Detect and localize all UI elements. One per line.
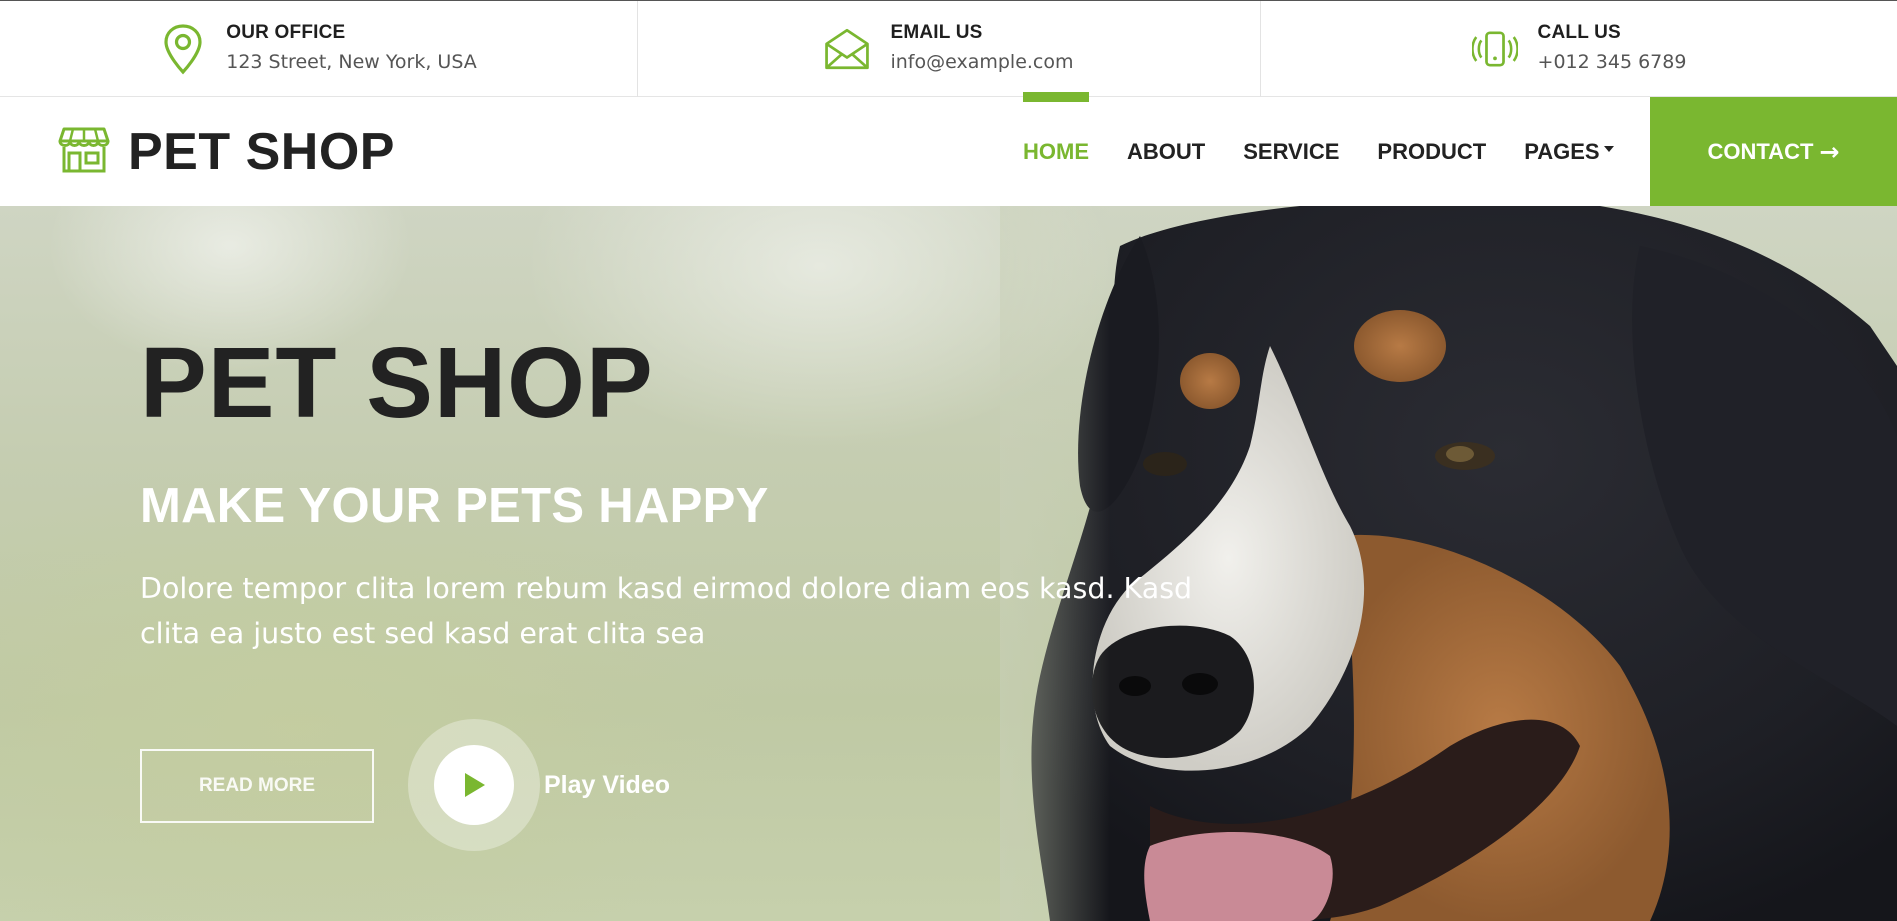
read-more-button[interactable]: READ MORE	[140, 749, 374, 823]
brand-logo[interactable]: PET SHOP	[58, 124, 395, 180]
office-title: OUR OFFICE	[226, 22, 346, 43]
nav-item-label: HOME	[1023, 138, 1089, 164]
nav-menu: HOME ABOUT SERVICE PRODUCT PAGES	[1004, 92, 1633, 206]
play-video-button[interactable]	[408, 719, 540, 851]
hero-title: PET SHOP	[140, 327, 654, 439]
top-info-bar: OUR OFFICE 123 Street, New York, USA EMA…	[0, 0, 1897, 97]
call-title: CALL US	[1537, 22, 1621, 43]
phone-vibrate-icon	[1471, 22, 1518, 76]
email-address[interactable]: info@example.com	[890, 46, 1073, 78]
call-info: CALL US +012 345 6789	[1261, 1, 1897, 97]
nav-item-pages-dropdown[interactable]: PAGES	[1505, 97, 1632, 206]
main-navbar: PET SHOP HOME ABOUT SERVICE PRODUCT PAGE…	[0, 92, 1897, 206]
nav-item-label: PAGES	[1524, 138, 1600, 164]
hero-section: PET SHOP MAKE YOUR PETS HAPPY Dolore tem…	[0, 206, 1897, 921]
hero-subtitle: MAKE YOUR PETS HAPPY	[140, 479, 769, 533]
brand-name: PET SHOP	[128, 123, 395, 181]
nav-item-label: PRODUCT	[1377, 138, 1487, 164]
office-info: OUR OFFICE 123 Street, New York, USA	[0, 1, 638, 97]
nav-item-label: SERVICE	[1243, 138, 1340, 164]
nav-item-product[interactable]: PRODUCT	[1358, 97, 1505, 206]
contact-button[interactable]: CONTACT →	[1650, 97, 1897, 206]
email-info: EMAIL US info@example.com	[638, 1, 1261, 97]
email-title: EMAIL US	[890, 22, 983, 43]
phone-number[interactable]: +012 345 6789	[1538, 46, 1687, 78]
envelope-open-icon	[824, 22, 870, 76]
nav-item-home[interactable]: HOME	[1004, 92, 1108, 206]
contact-button-label: CONTACT	[1707, 138, 1814, 164]
shop-icon	[58, 125, 110, 180]
play-video-label[interactable]: Play Video	[544, 770, 670, 800]
hero-description: Dolore tempor clita lorem rebum kasd eir…	[140, 572, 1193, 650]
nav-item-about[interactable]: ABOUT	[1108, 97, 1224, 206]
office-address: 123 Street, New York, USA	[226, 51, 477, 73]
caret-down-icon	[1603, 145, 1614, 152]
nav-item-label: ABOUT	[1127, 138, 1206, 164]
map-pin-icon	[160, 22, 206, 76]
nav-item-service[interactable]: SERVICE	[1224, 97, 1358, 206]
play-button-circle[interactable]	[434, 745, 514, 825]
play-icon	[465, 773, 485, 797]
arrow-right-icon: →	[1819, 137, 1840, 166]
read-more-label: READ MORE	[198, 775, 316, 796]
